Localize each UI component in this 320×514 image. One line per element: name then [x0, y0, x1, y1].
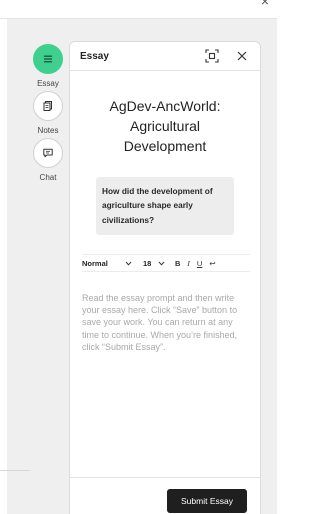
essay-editor[interactable]: Read the essay prompt and then write you…: [82, 292, 250, 352]
rail-label-notes: Notes: [37, 126, 59, 135]
chevron-down-icon: [125, 261, 132, 266]
rail-label-chat: Chat: [39, 173, 57, 182]
document-title: AgDev-AncWorld: Agricultural Development: [109, 98, 221, 154]
clear-format-icon[interactable]: ↩: [209, 259, 215, 268]
text-style-select[interactable]: Normal: [82, 259, 132, 268]
window-close-icon[interactable]: ×: [261, 0, 269, 8]
essay-panel: Essay AgDev-AncWorld: Agricultural Devel…: [69, 41, 261, 514]
panel-title: Essay: [80, 50, 109, 62]
rail-label-essay: Essay: [37, 79, 59, 88]
bold-button[interactable]: B: [175, 259, 180, 268]
left-divider: [0, 470, 30, 471]
essay-list-icon[interactable]: [33, 44, 63, 74]
chevron-down-icon: [158, 261, 165, 266]
rail-item-chat[interactable]: Chat: [33, 138, 63, 182]
expand-icon[interactable]: [204, 48, 220, 64]
panel-footer: Submit Essay: [70, 477, 260, 513]
underline-button[interactable]: U: [197, 259, 202, 268]
close-icon[interactable]: [234, 48, 250, 64]
submit-essay-button[interactable]: Submit Essay: [167, 489, 247, 513]
rail-item-notes[interactable]: Notes: [33, 91, 63, 135]
notes-icon[interactable]: [33, 91, 63, 121]
rail-item-essay[interactable]: Essay: [33, 44, 63, 88]
essay-prompt: How did the development of agriculture s…: [96, 177, 234, 236]
font-size-select[interactable]: 18: [143, 259, 165, 268]
editor-toolbar: Normal 18 B I U ↩: [82, 254, 250, 273]
text-style-value: Normal: [82, 258, 108, 268]
panel-header: Essay: [70, 42, 260, 71]
font-size-value: 18: [143, 258, 152, 268]
italic-button[interactable]: I: [187, 259, 190, 268]
chat-icon[interactable]: [33, 138, 63, 168]
